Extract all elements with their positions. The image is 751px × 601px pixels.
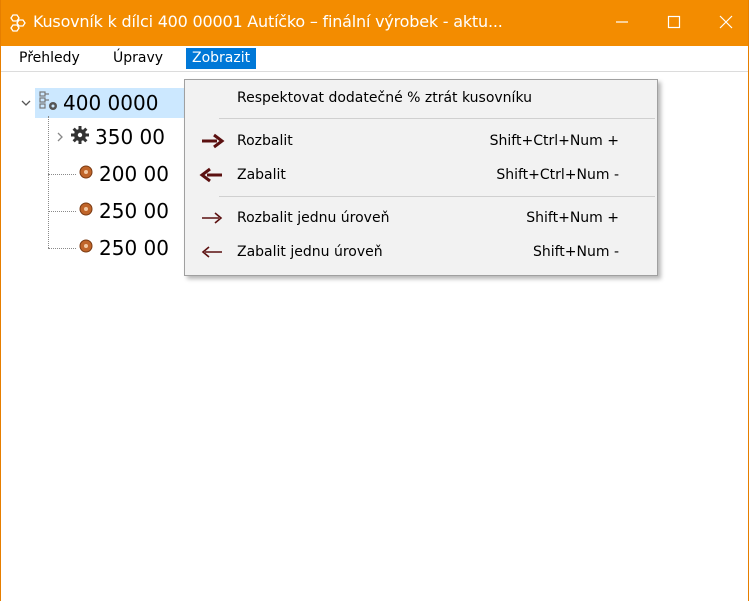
menu-item-shortcut: Shift+Num + bbox=[526, 210, 619, 226]
arrow-right-icon bbox=[199, 210, 225, 226]
tree-node-350[interactable]: 350 00 bbox=[53, 120, 165, 154]
tree-node-label: 250 00 bbox=[99, 199, 169, 223]
menu-item-respektovat-ztraty[interactable]: Respektovat dodatečné % ztrát kusovníku bbox=[185, 82, 657, 114]
menu-bar: Přehledy Úpravy Zobrazit bbox=[1, 46, 748, 71]
tree-connector bbox=[48, 174, 76, 175]
menu-item-label: Rozbalit jednu úroveň bbox=[237, 210, 390, 226]
menu-item-zabalit[interactable]: Zabalit Shift+Ctrl+Num - bbox=[185, 159, 657, 191]
menubar-divider bbox=[1, 71, 748, 72]
tree-node-label: 400 0000 bbox=[63, 91, 159, 115]
menu-zobrazit[interactable]: Zobrazit bbox=[186, 48, 257, 69]
menu-item-shortcut: Shift+Num - bbox=[532, 244, 619, 260]
menu-item-rozbalit[interactable]: Rozbalit Shift+Ctrl+Num + bbox=[185, 125, 657, 157]
menu-separator bbox=[219, 118, 655, 119]
menu-item-shortcut: Shift+Ctrl+Num + bbox=[489, 133, 619, 149]
gear-icon bbox=[69, 124, 91, 150]
assembly-gear-icon bbox=[37, 90, 59, 116]
arrow-left-icon bbox=[199, 244, 225, 260]
close-icon bbox=[719, 14, 733, 33]
menu-item-label: Rozbalit bbox=[237, 133, 293, 149]
tree-node-root[interactable]: 400 0000 bbox=[19, 86, 158, 120]
expanded-chevron-icon[interactable] bbox=[19, 96, 33, 110]
tree-node-label: 200 00 bbox=[99, 162, 169, 186]
tree-connector bbox=[48, 116, 49, 248]
tree-node-label: 350 00 bbox=[95, 125, 165, 149]
maximize-button[interactable] bbox=[651, 0, 697, 46]
tree-node-label: 250 00 bbox=[99, 236, 169, 260]
menu-item-label: Zabalit bbox=[237, 167, 286, 183]
minimize-button[interactable] bbox=[599, 0, 645, 46]
tree-node-250-b[interactable]: 250 00 bbox=[77, 231, 169, 265]
zobrazit-dropdown-menu: Respektovat dodatečné % ztrát kusovníku … bbox=[184, 79, 658, 276]
collapsed-chevron-icon[interactable] bbox=[53, 130, 67, 144]
tree-node-250-a[interactable]: 250 00 bbox=[77, 194, 169, 228]
bold-arrow-right-icon bbox=[199, 133, 225, 149]
menu-separator bbox=[219, 196, 655, 197]
minimize-icon bbox=[615, 14, 629, 33]
menu-item-label: Zabalit jednu úroveň bbox=[237, 244, 383, 260]
menu-item-shortcut: Shift+Ctrl+Num - bbox=[496, 167, 619, 183]
window-title: Kusovník k dílci 400 00001 Autíčko – fin… bbox=[33, 12, 503, 31]
tree-node-200[interactable]: 200 00 bbox=[77, 157, 169, 191]
bom-tree-icon bbox=[8, 13, 28, 33]
app-window: Kusovník k dílci 400 00001 Autíčko – fin… bbox=[0, 0, 749, 601]
title-bar[interactable]: Kusovník k dílci 400 00001 Autíčko – fin… bbox=[1, 0, 748, 46]
bold-arrow-left-icon bbox=[199, 167, 225, 183]
close-button[interactable] bbox=[703, 0, 749, 46]
menu-item-rozbalit-uroven[interactable]: Rozbalit jednu úroveň Shift+Num + bbox=[185, 202, 657, 234]
tree-connector bbox=[48, 248, 76, 249]
part-icon bbox=[77, 200, 95, 222]
menu-prehledy[interactable]: Přehledy bbox=[13, 48, 86, 69]
menu-item-zabalit-uroven[interactable]: Zabalit jednu úroveň Shift+Num - bbox=[185, 236, 657, 268]
part-icon bbox=[77, 163, 95, 185]
tree-connector bbox=[48, 211, 76, 212]
menu-item-label: Respektovat dodatečné % ztrát kusovníku bbox=[237, 90, 532, 106]
maximize-icon bbox=[667, 14, 681, 33]
part-icon bbox=[77, 237, 95, 259]
menu-upravy[interactable]: Úpravy bbox=[107, 48, 169, 69]
